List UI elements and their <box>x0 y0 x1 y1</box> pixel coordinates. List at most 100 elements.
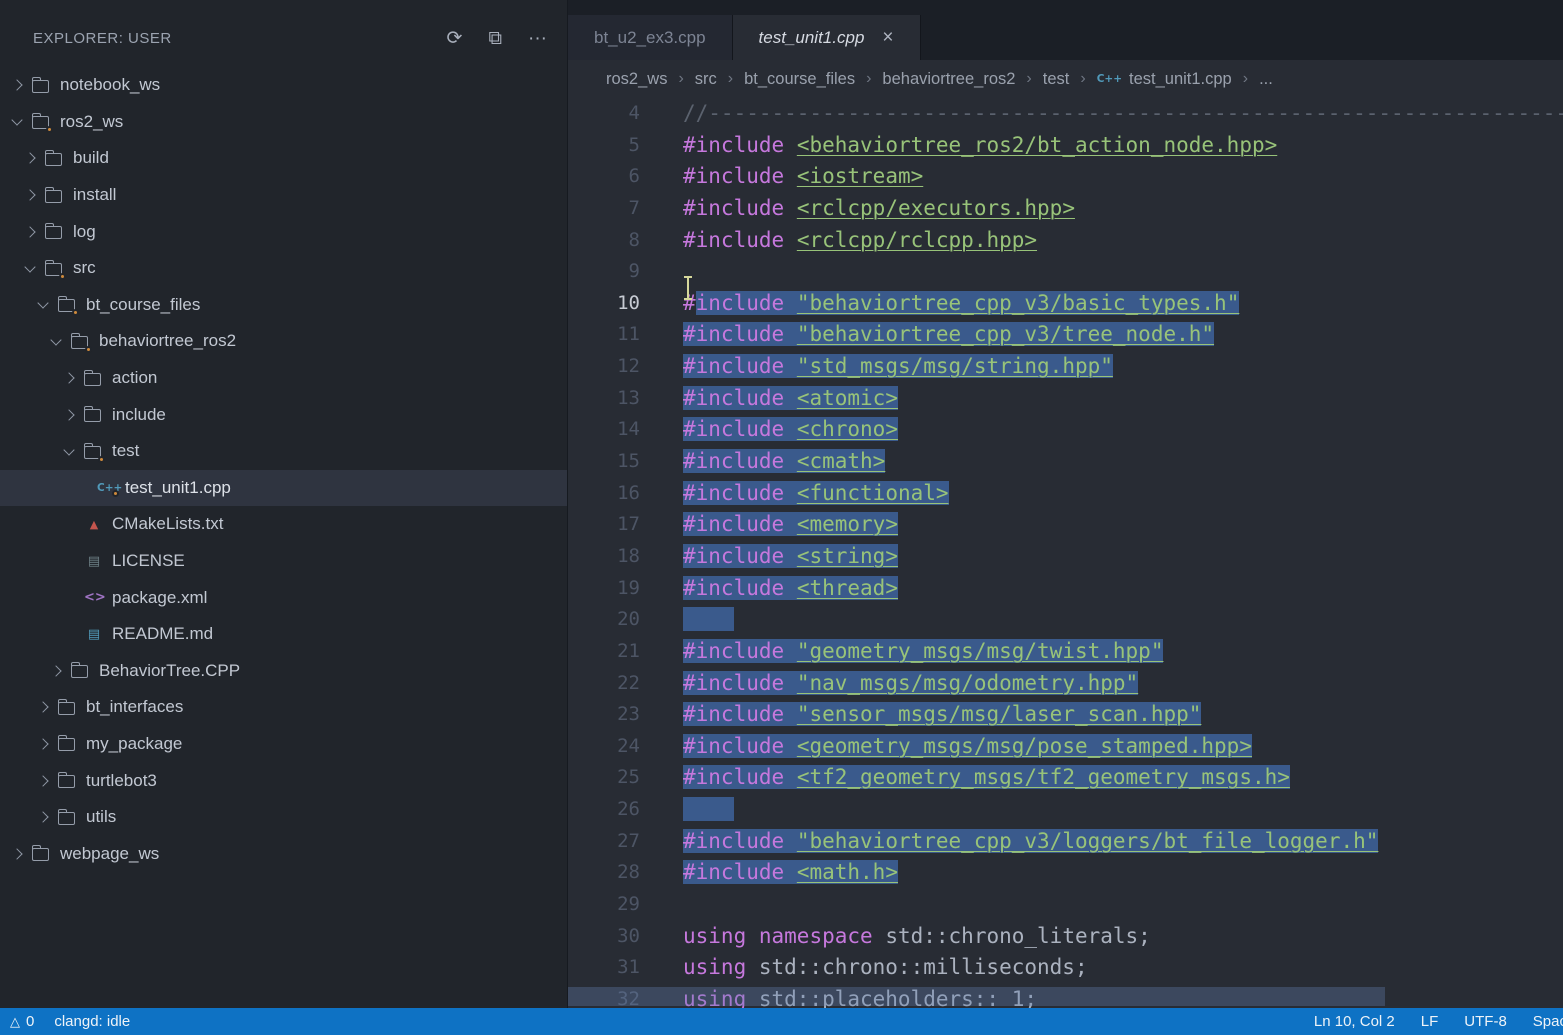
chevron-collapsed-icon[interactable] <box>63 372 74 383</box>
tree-item-label: bt_interfaces <box>86 697 183 717</box>
tree-folder-install[interactable]: install <box>0 177 567 214</box>
chevron-expanded-icon[interactable] <box>24 261 35 272</box>
tree-folder-turtlebot3[interactable]: turtlebot3 <box>0 762 567 799</box>
code-editor[interactable]: 4//-------------------------------------… <box>568 98 1563 1008</box>
tree-item-label: include <box>112 405 166 425</box>
chevron-collapsed-icon[interactable] <box>11 80 22 91</box>
code-line-26: 26 <box>568 794 1563 826</box>
chevron-collapsed-icon[interactable] <box>24 153 35 164</box>
tree-folder-ros2_ws[interactable]: ros2_ws <box>0 104 567 141</box>
mouse-ibeam-cursor <box>687 276 689 300</box>
tree-file-package.xml[interactable]: <>package.xml <box>0 579 567 616</box>
code-text: #include <math.h> <box>683 857 898 889</box>
tree-folder-webpage_ws[interactable]: webpage_ws <box>0 835 567 872</box>
folder-icon <box>45 263 62 276</box>
code-text: #include <chrono> <box>683 414 898 446</box>
cursor-position[interactable]: Ln 10, Col 2 <box>1314 1013 1395 1030</box>
tree-folder-behaviortree_ros2[interactable]: behaviortree_ros2 <box>0 323 567 360</box>
tree-item-label: README.md <box>112 624 213 644</box>
line-number: 16 <box>568 478 640 510</box>
problems-indicator[interactable]: △ 0 <box>10 1013 34 1030</box>
git-modified-badge <box>112 490 119 497</box>
tree-folder-log[interactable]: log <box>0 213 567 250</box>
code-line-15: 15#include <cmath> <box>568 446 1563 478</box>
tree-item-label: my_package <box>86 734 182 754</box>
tab-label: bt_u2_ex3.cpp <box>594 28 706 48</box>
tree-folder-bt_interfaces[interactable]: bt_interfaces <box>0 689 567 726</box>
code-line-6: 6#include <iostream> <box>568 161 1563 193</box>
breadcrumb-item-test[interactable]: test <box>1043 70 1070 89</box>
code-line-29: 29 <box>568 889 1563 921</box>
chevron-collapsed-icon[interactable] <box>37 702 48 713</box>
chevron-collapsed-icon[interactable] <box>11 848 22 859</box>
chevron-collapsed-icon[interactable] <box>50 665 61 676</box>
selection-newline-mark <box>683 797 734 821</box>
line-number: 11 <box>568 319 640 351</box>
tree-folder-bt_course_files[interactable]: bt_course_files <box>0 287 567 324</box>
tree-item-label: BehaviorTree.CPP <box>99 661 240 681</box>
tab-test_unit1.cpp[interactable]: test_unit1.cpp× <box>733 15 921 60</box>
breadcrumb-item-ros2_ws[interactable]: ros2_ws <box>606 70 667 89</box>
chevron-collapsed-icon[interactable] <box>63 409 74 420</box>
tab-bt_u2_ex3.cpp[interactable]: bt_u2_ex3.cpp <box>568 15 733 60</box>
code-text: #include <memory> <box>683 509 898 541</box>
tree-folder-build[interactable]: build <box>0 140 567 177</box>
more-actions-icon[interactable]: ··· <box>528 29 547 48</box>
code-line-27: 27#include "behaviortree_cpp_v3/loggers/… <box>568 826 1563 858</box>
tree-file-README.md[interactable]: ▤README.md <box>0 616 567 653</box>
tree-folder-action[interactable]: action <box>0 360 567 397</box>
chevron-collapsed-icon[interactable] <box>37 812 48 823</box>
line-number: 31 <box>568 952 640 984</box>
collapse-folders-icon[interactable]: ⧉ <box>488 29 502 48</box>
git-modified-badge <box>46 126 53 133</box>
breadcrumb-item-...[interactable]: ... <box>1259 70 1273 89</box>
breadcrumb-item-test_unit1.cpp[interactable]: C++test_unit1.cpp <box>1097 70 1232 89</box>
line-number: 27 <box>568 826 640 858</box>
eol-indicator[interactable]: LF <box>1421 1013 1439 1030</box>
code-line-10: 10#include "behaviortree_cpp_v3/basic_ty… <box>568 288 1563 320</box>
tree-folder-test[interactable]: test <box>0 433 567 470</box>
code-text: #include "nav_msgs/msg/odometry.hpp" <box>683 668 1138 700</box>
tree-file-test_unit1.cpp[interactable]: C++test_unit1.cpp <box>0 470 567 507</box>
code-text: #include <atomic> <box>683 383 898 415</box>
horizontal-scrollbar[interactable] <box>568 987 1385 1006</box>
tree-item-label: LICENSE <box>112 551 185 571</box>
breadcrumb-item-src[interactable]: src <box>695 70 717 89</box>
tree-folder-src[interactable]: src <box>0 250 567 287</box>
line-number: 5 <box>568 130 640 162</box>
tree-folder-BehaviorTree.CPP[interactable]: BehaviorTree.CPP <box>0 653 567 690</box>
chevron-collapsed-icon[interactable] <box>24 189 35 200</box>
code-text: #include <functional> <box>683 478 949 510</box>
chevron-collapsed-icon[interactable] <box>37 738 48 749</box>
chevron-collapsed-icon[interactable] <box>24 226 35 237</box>
tab-bar-tabs: bt_u2_ex3.cpp test_unit1.cpp× <box>568 15 921 60</box>
tree-folder-utils[interactable]: utils <box>0 799 567 836</box>
chevron-expanded-icon[interactable] <box>50 334 61 345</box>
code-line-25: 25#include <tf2_geometry_msgs/tf2_geomet… <box>568 762 1563 794</box>
tree-folder-include[interactable]: include <box>0 396 567 433</box>
refresh-icon[interactable]: ⟳ <box>447 29 463 48</box>
folder-icon <box>58 299 75 312</box>
tree-file-LICENSE[interactable]: ▤LICENSE <box>0 543 567 580</box>
chevron-expanded-icon[interactable] <box>11 115 22 126</box>
line-number: 19 <box>568 573 640 605</box>
breadcrumb-separator-icon: › <box>866 70 871 88</box>
breadcrumb-item-bt_course_files[interactable]: bt_course_files <box>744 70 855 89</box>
close-tab-icon[interactable]: × <box>882 28 893 47</box>
code-text <box>683 794 734 826</box>
chevron-expanded-icon[interactable] <box>37 298 48 309</box>
code-line-4: 4//-------------------------------------… <box>568 98 1563 130</box>
breadcrumb-item-behaviortree_ros2[interactable]: behaviortree_ros2 <box>882 70 1015 89</box>
tree-folder-my_package[interactable]: my_package <box>0 726 567 763</box>
clangd-status[interactable]: clangd: idle <box>54 1013 130 1030</box>
code-text: #include <cmath> <box>683 446 885 478</box>
tree-file-CMakeLists.txt[interactable]: ▲CMakeLists.txt <box>0 506 567 543</box>
tree-item-label: test_unit1.cpp <box>125 478 231 498</box>
chevron-expanded-icon[interactable] <box>63 444 74 455</box>
indent-indicator[interactable]: Spac <box>1533 1013 1563 1030</box>
chevron-collapsed-icon[interactable] <box>37 775 48 786</box>
tree-folder-notebook_ws[interactable]: notebook_ws <box>0 67 567 104</box>
encoding-indicator[interactable]: UTF-8 <box>1464 1013 1507 1030</box>
code-line-24: 24#include <geometry_msgs/msg/pose_stamp… <box>568 731 1563 763</box>
folder-icon <box>45 226 62 239</box>
